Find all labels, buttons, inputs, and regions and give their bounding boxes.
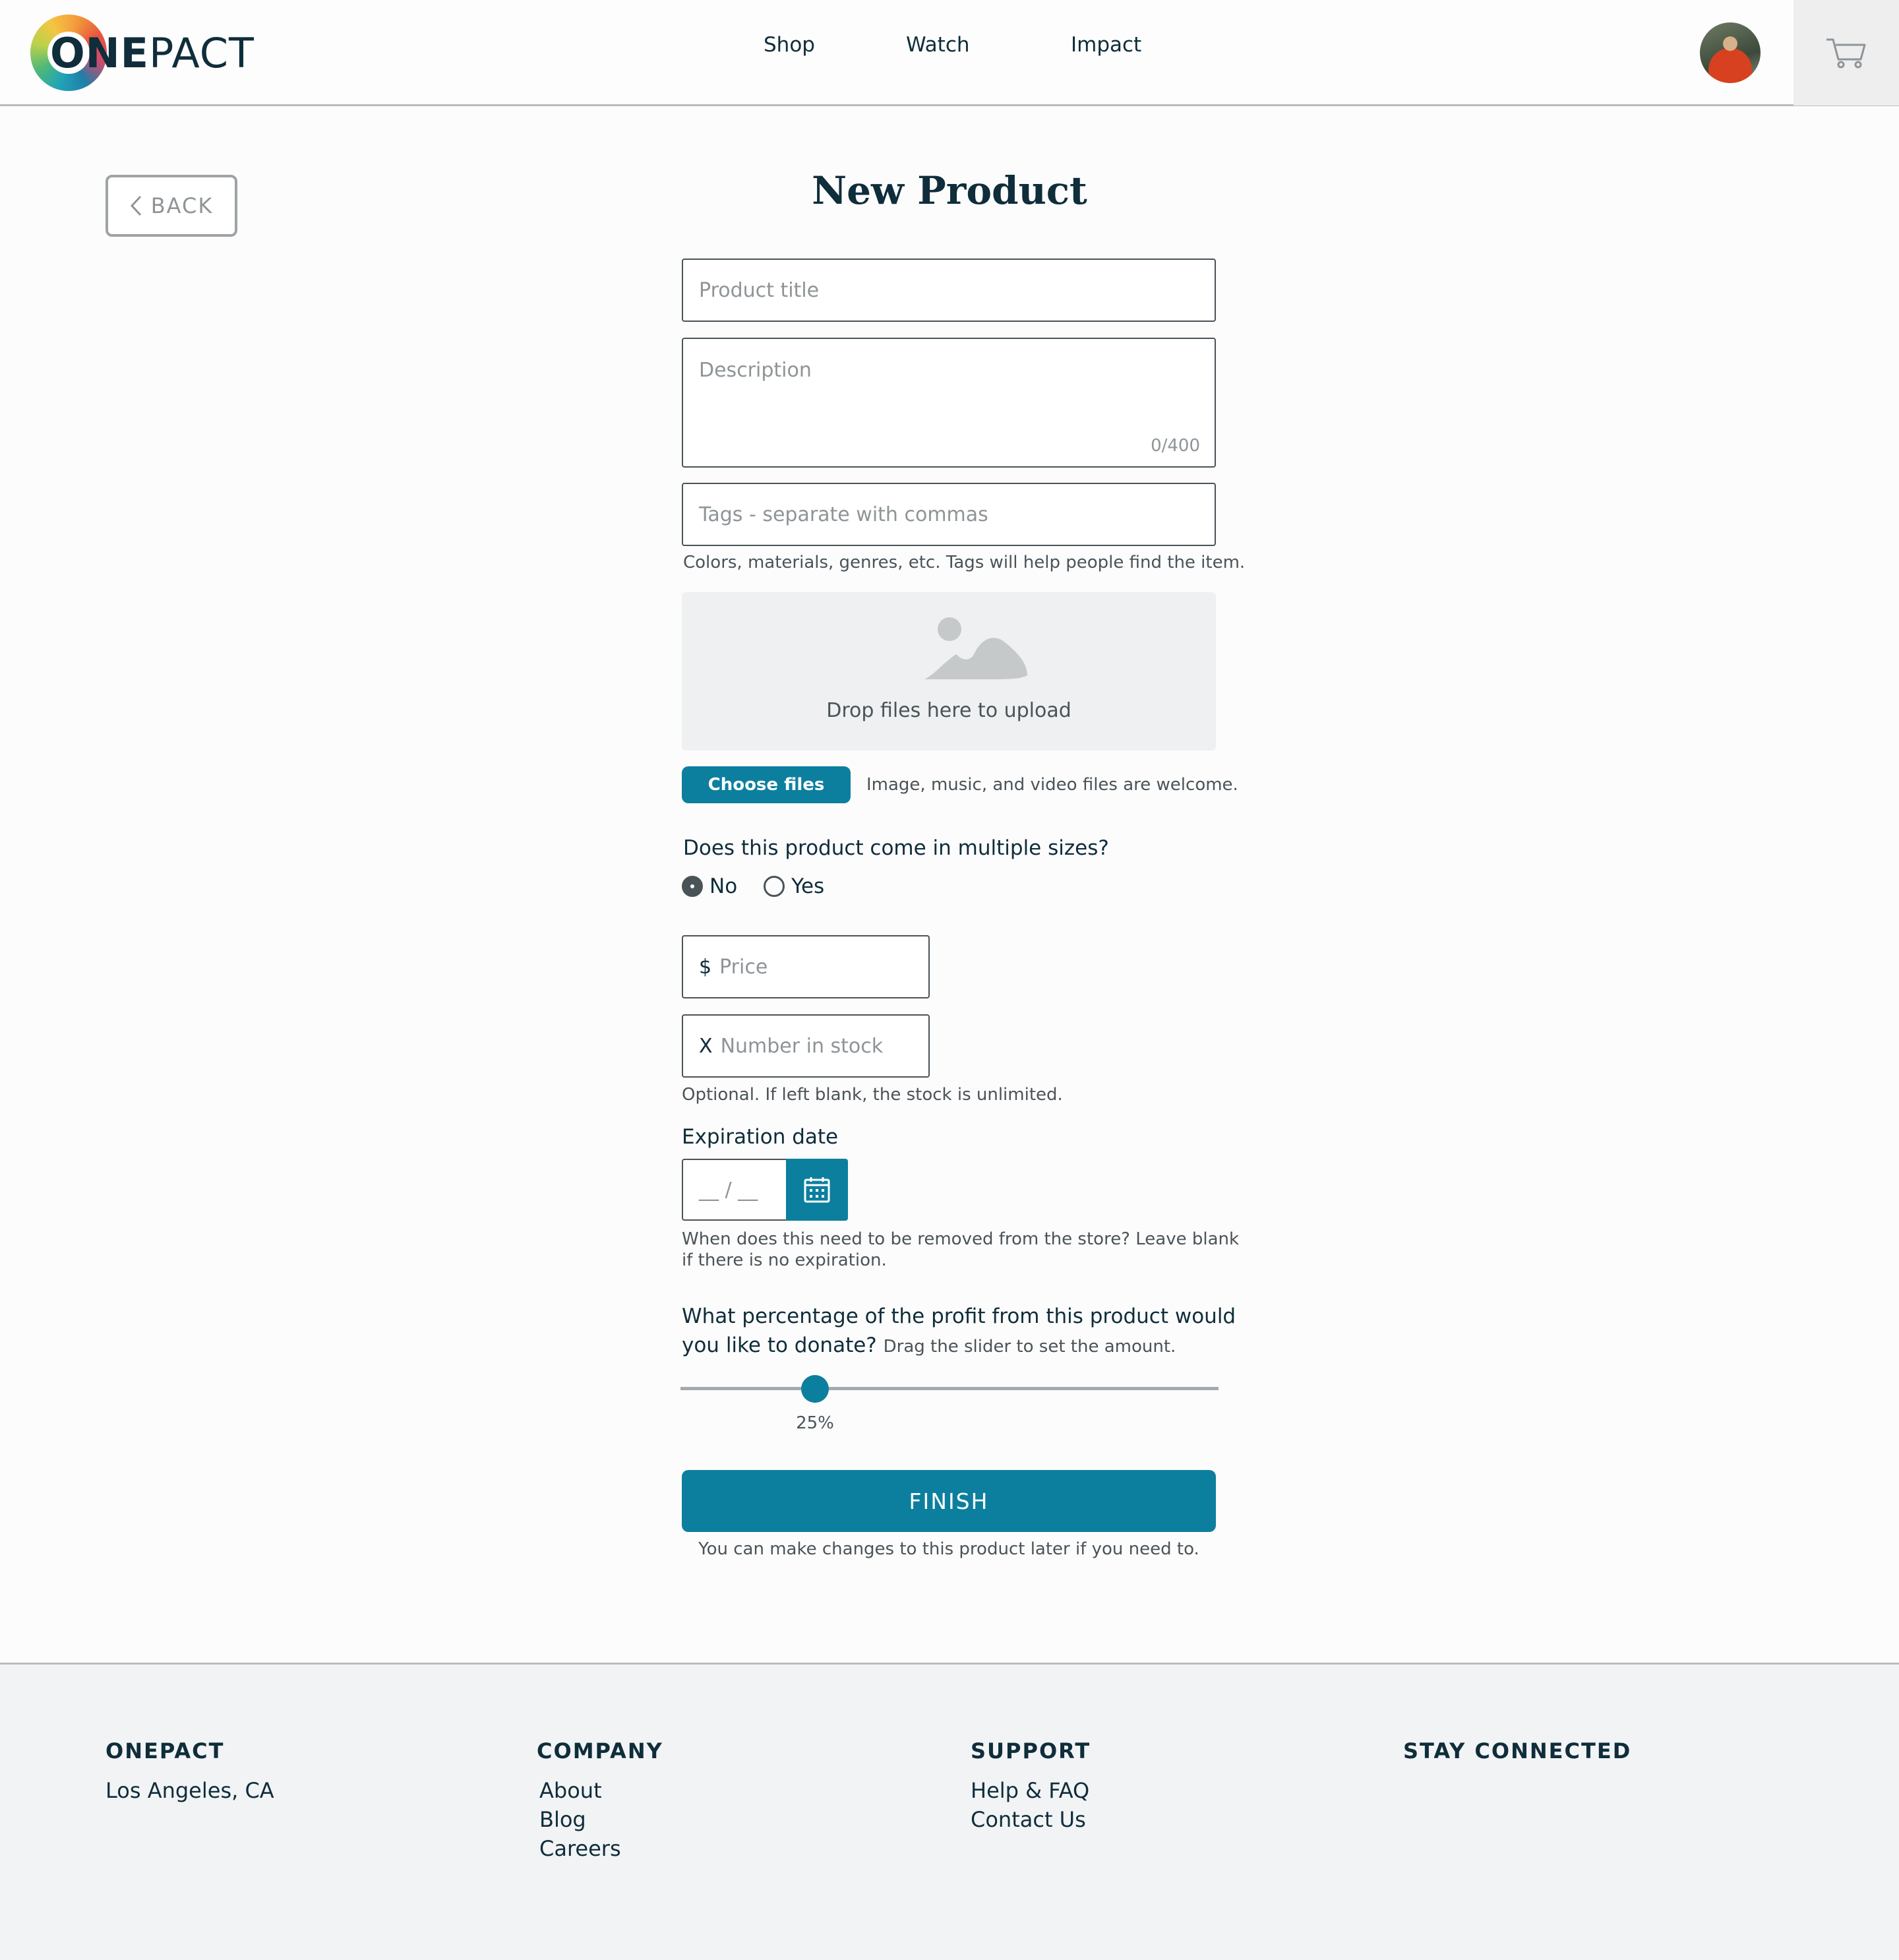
footer-heading-company: COMPANY (537, 1738, 663, 1763)
back-label: BACK (150, 193, 214, 218)
footer-link-careers[interactable]: Careers (539, 1836, 621, 1861)
description-placeholder: Description (699, 359, 812, 382)
price-input[interactable]: $ Price (682, 935, 930, 998)
product-title-input[interactable]: Product title (682, 259, 1216, 322)
donate-question-line2: you like to donate? (682, 1333, 877, 1357)
cart-icon (1826, 38, 1866, 69)
radio-yes-label[interactable]: Yes (791, 874, 824, 898)
expiration-label: Expiration date (682, 1125, 839, 1149)
footer-heading-support: SUPPORT (971, 1738, 1091, 1763)
logo-text-bold: ONE (50, 29, 149, 77)
footer-link-blog[interactable]: Blog (539, 1807, 586, 1832)
expiration-date-input[interactable]: __ / __ (682, 1159, 787, 1221)
nav-watch[interactable]: Watch (906, 33, 970, 57)
user-avatar[interactable] (1700, 22, 1761, 83)
file-dropzone[interactable]: Drop files here to upload (682, 592, 1216, 750)
sizes-radio-group: No Yes (682, 874, 824, 898)
dollar-prefix: $ (699, 955, 712, 979)
calendar-icon (804, 1177, 830, 1203)
cart-button[interactable] (1794, 0, 1899, 106)
nav-impact[interactable]: Impact (1071, 33, 1141, 57)
product-title-placeholder: Product title (699, 278, 820, 302)
dropzone-text: Drop files here to upload (826, 699, 1071, 722)
tags-input[interactable]: Tags - separate with commas (682, 483, 1216, 546)
expiration-placeholder: __ / __ (699, 1178, 758, 1202)
footer-heading-stay-connected: STAY CONNECTED (1403, 1738, 1632, 1763)
radio-no[interactable] (682, 876, 703, 897)
donate-question-line1: What percentage of the profit from this … (682, 1304, 1236, 1328)
files-hint: Image, music, and video files are welcom… (866, 775, 1238, 795)
onepact-logo[interactable]: ONEPACT (30, 15, 255, 92)
chevron-left-icon (130, 195, 141, 216)
tags-hint: Colors, materials, genres, etc. Tags wil… (683, 553, 1246, 572)
back-button[interactable]: BACK (106, 175, 237, 237)
nav-shop[interactable]: Shop (764, 33, 815, 57)
footer-heading-onepact: ONEPACT (106, 1738, 225, 1763)
page-title: New Product (812, 168, 1087, 213)
logo-text-light: PACT (148, 29, 255, 77)
finish-button[interactable]: FINISH (682, 1470, 1216, 1532)
donate-hint: Drag the slider to set the amount. (883, 1337, 1176, 1357)
stock-placeholder: Number in stock (720, 1034, 884, 1058)
image-placeholder-icon (924, 617, 1027, 679)
site-header: ONEPACT Shop Watch Impact (0, 0, 1899, 106)
footer-link-contact[interactable]: Contact Us (971, 1807, 1086, 1832)
quantity-prefix: X (699, 1034, 713, 1058)
footer-location: Los Angeles, CA (106, 1778, 274, 1803)
description-counter: 0/400 (1151, 436, 1200, 456)
tags-placeholder: Tags - separate with commas (699, 503, 988, 526)
stock-input[interactable]: X Number in stock (682, 1014, 930, 1078)
footer-link-help[interactable]: Help & FAQ (971, 1778, 1089, 1803)
expiration-hint-line1: When does this need to be removed from t… (682, 1229, 1240, 1249)
site-footer: ONEPACT Los Angeles, CA COMPANY About Bl… (0, 1663, 1899, 1960)
footer-link-about[interactable]: About (539, 1778, 602, 1803)
donate-slider-track[interactable] (680, 1387, 1219, 1390)
calendar-button[interactable] (786, 1159, 848, 1221)
choose-files-button[interactable]: Choose files (682, 766, 851, 803)
finish-hint: You can make changes to this product lat… (698, 1539, 1199, 1559)
expiration-hint-line2: if there is no expiration. (682, 1250, 887, 1270)
sizes-question: Does this product come in multiple sizes… (683, 836, 1109, 860)
description-textarea[interactable]: Description 0/400 (682, 338, 1216, 468)
donate-slider-value: 25% (796, 1413, 834, 1433)
stock-hint: Optional. If left blank, the stock is un… (682, 1085, 1063, 1105)
donate-slider-thumb[interactable] (801, 1375, 829, 1403)
radio-no-label[interactable]: No (709, 874, 737, 898)
price-placeholder: Price (719, 955, 768, 979)
radio-yes[interactable] (764, 876, 785, 897)
